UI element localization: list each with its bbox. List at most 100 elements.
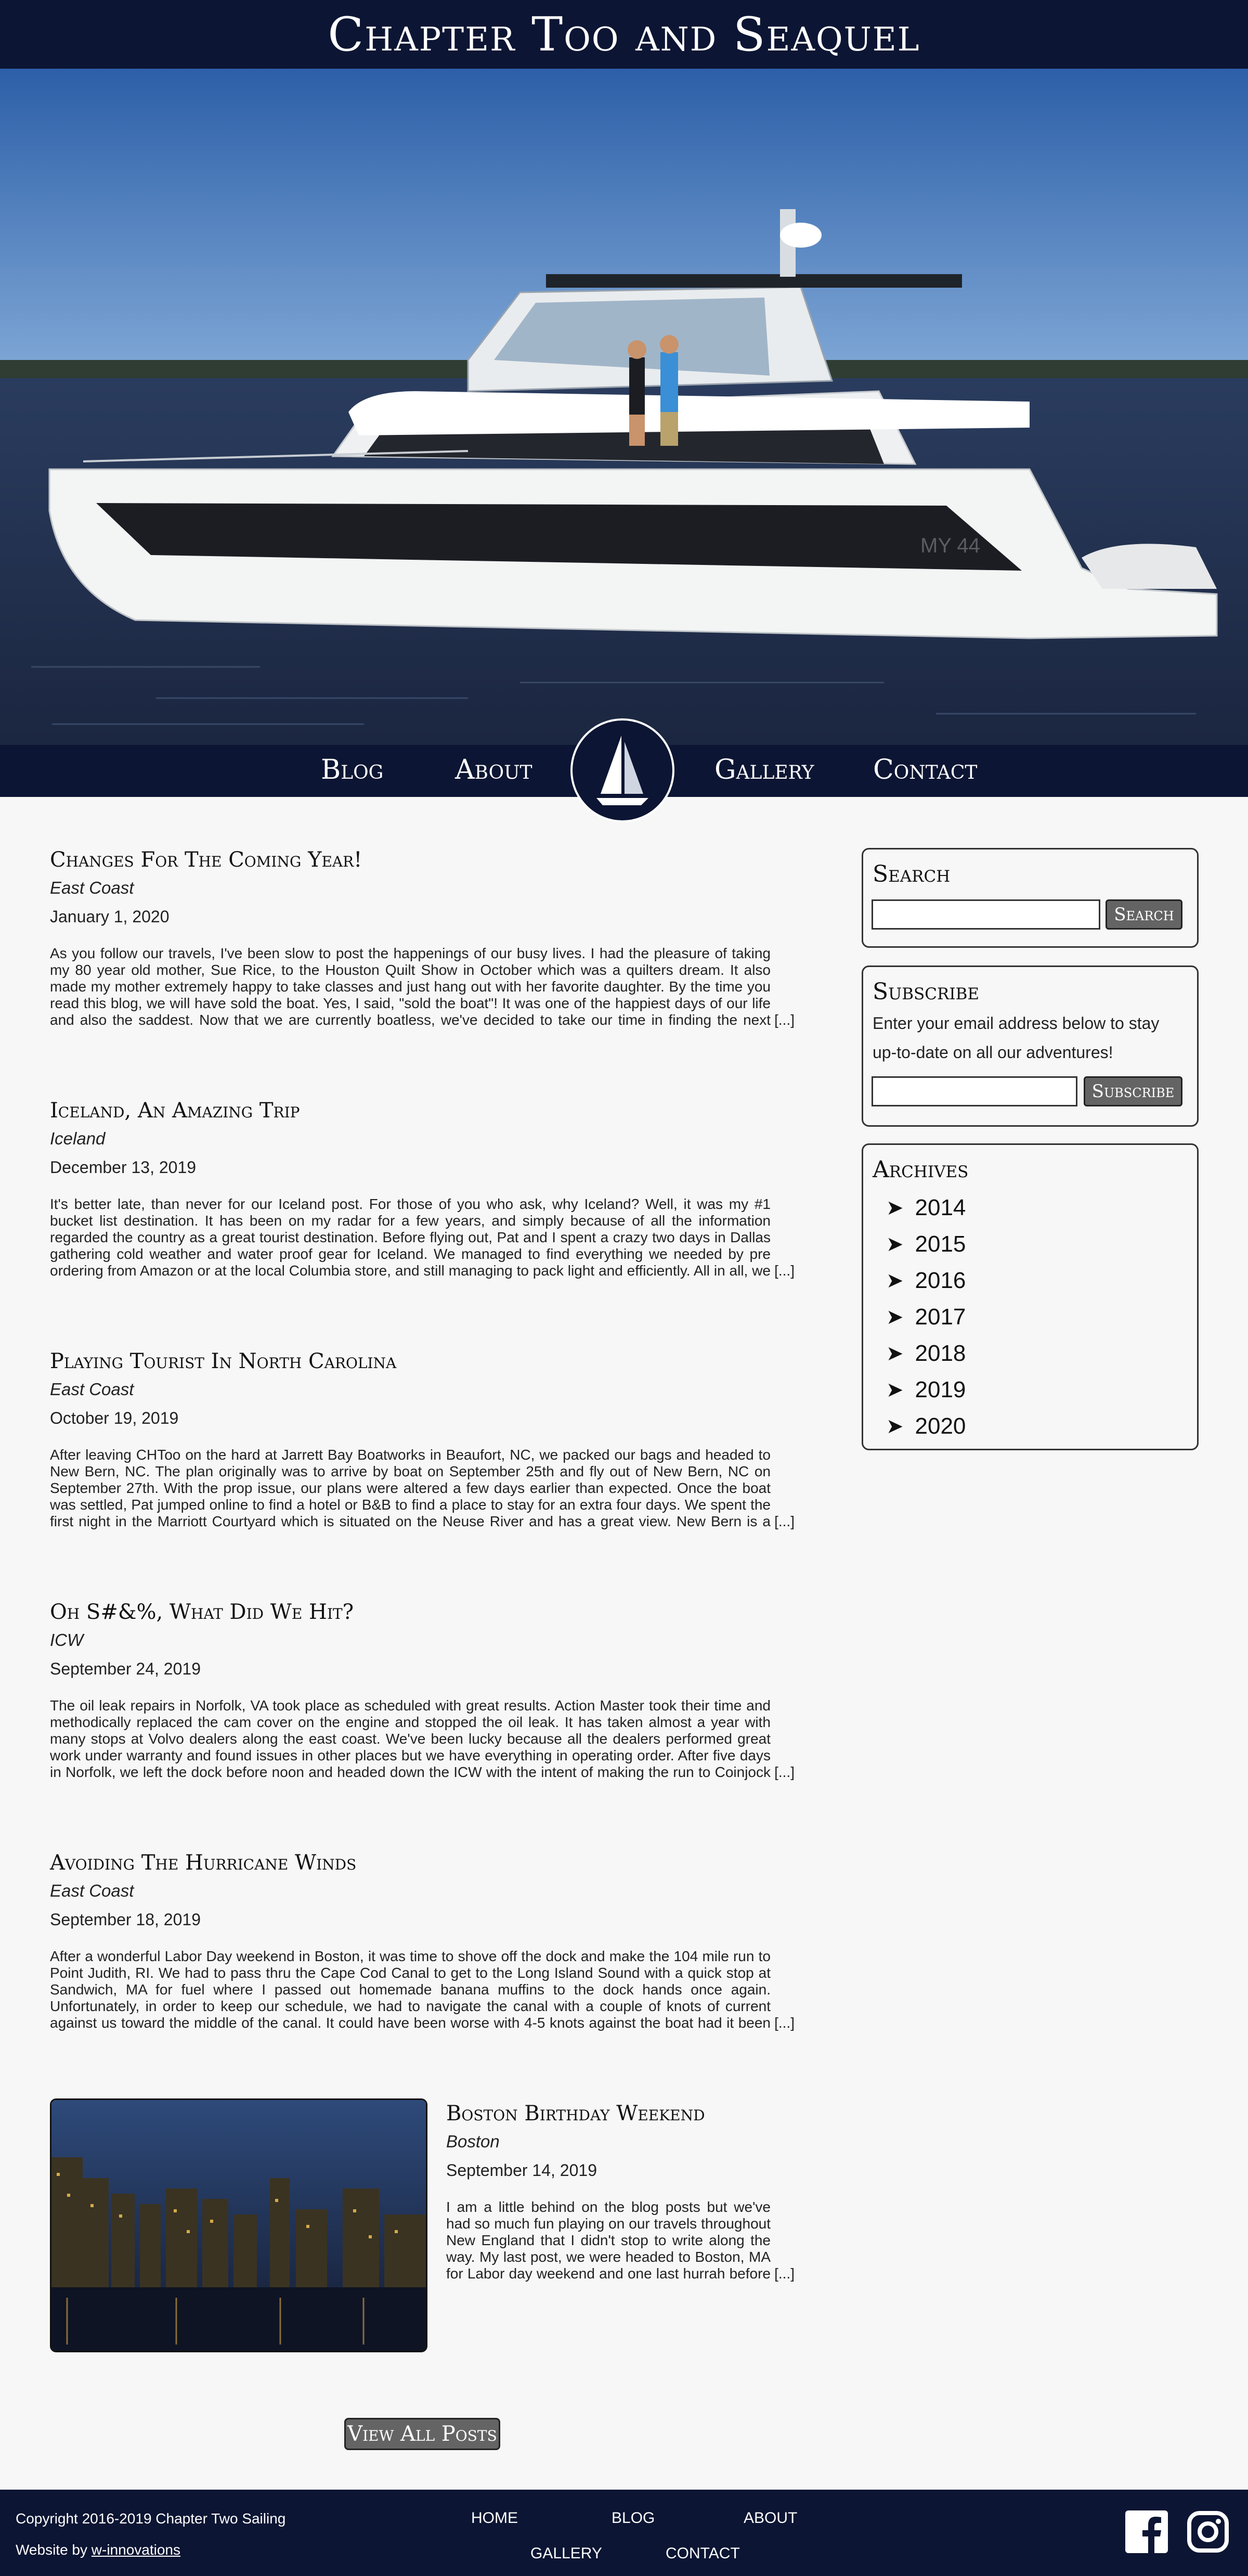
post-category[interactable]: ICW (50, 1630, 795, 1650)
hero-image: MY 44 (0, 69, 1248, 745)
post-excerpt-text: I am a little behind on the blog posts b… (446, 2199, 771, 2282)
footer-link-about[interactable]: ABOUT (744, 2509, 797, 2527)
post-title[interactable]: Changes For The Coming Year! (50, 848, 795, 872)
post-title[interactable]: Oh S#&%, What Did We Hit? (50, 1600, 795, 1624)
arrow-right-icon: ➤ (886, 1306, 904, 1329)
email-input[interactable] (872, 1076, 1077, 1106)
post-excerpt: After leaving CHToo on the hard at Jarre… (50, 1447, 795, 1530)
instagram-icon[interactable] (1187, 2510, 1229, 2553)
post-item: Changes For The Coming Year! East Coast … (50, 848, 795, 1028)
archive-link-2015[interactable]: ➤ 2015 (886, 1226, 966, 1263)
subscribe-widget: Subscribe Enter your email address below… (862, 965, 1199, 1127)
post-excerpt-text: After a wonderful Labor Day weekend in B… (50, 1948, 771, 2031)
search-button[interactable]: Search (1106, 899, 1182, 930)
website-credit-link[interactable]: w-innovations (92, 2542, 180, 2558)
post-title[interactable]: Iceland, An Amazing Trip (50, 1099, 795, 1123)
archive-link-2017[interactable]: ➤ 2017 (886, 1299, 966, 1335)
arrow-right-icon: ➤ (886, 1196, 904, 1219)
archive-year[interactable]: 2018 (915, 1341, 966, 1367)
read-more-link[interactable]: [...] (772, 2015, 795, 2031)
subscribe-description: Enter your email address below to stay u… (873, 1014, 1160, 1062)
post-item: Iceland, An Amazing Trip Iceland Decembe… (50, 1099, 795, 1279)
post-category[interactable]: East Coast (50, 878, 795, 898)
post-category[interactable]: East Coast (50, 1881, 795, 1901)
site-header: Chapter Too and Seaquel (0, 0, 1248, 69)
read-more-link[interactable]: [...] (772, 1764, 795, 1781)
archive-link-2018[interactable]: ➤ 2018 (886, 1335, 966, 1372)
facebook-icon[interactable] (1125, 2510, 1168, 2553)
post-excerpt-text: It's better late, than never for our Ice… (50, 1196, 771, 1279)
post-item: Oh S#&%, What Did We Hit? ICW September … (50, 1600, 795, 1781)
archive-year[interactable]: 2020 (915, 1413, 966, 1439)
post-excerpt: As you follow our travels, I've been slo… (50, 945, 795, 1028)
post-category[interactable]: Iceland (50, 1129, 795, 1149)
post-title[interactable]: Boston Birthday Weekend (446, 2102, 795, 2126)
nav-blog[interactable]: Blog (321, 754, 383, 785)
archive-list: ➤ 2014 ➤ 2015 ➤ 2016 ➤ 2017 ➤ 2018 ➤ 2019 ➤ 202… (886, 1190, 966, 1445)
post-date: January 1, 2020 (50, 907, 170, 926)
subscribe-widget-title: Subscribe (873, 978, 980, 1005)
post-item: Playing Tourist In North Carolina East C… (50, 1349, 795, 1530)
post-date: September 18, 2019 (50, 1910, 201, 1929)
footer-link-home[interactable]: HOME (471, 2509, 518, 2527)
post-excerpt: I am a little behind on the blog posts b… (446, 2199, 795, 2282)
post-date: October 19, 2019 (50, 1409, 179, 1427)
arrow-right-icon: ➤ (886, 1379, 904, 1401)
arrow-right-icon: ➤ (886, 1415, 904, 1438)
arrow-right-icon: ➤ (886, 1269, 904, 1292)
post-excerpt: It's better late, than never for our Ice… (50, 1196, 795, 1279)
archive-year[interactable]: 2015 (915, 1231, 966, 1257)
footer-link-contact[interactable]: CONTACT (666, 2545, 740, 2562)
arrow-right-icon: ➤ (886, 1342, 904, 1365)
yacht-photo: MY 44 (0, 69, 1248, 745)
subscribe-button[interactable]: Subscribe (1084, 1076, 1182, 1106)
nav-gallery[interactable]: Gallery (714, 754, 814, 785)
nav-contact[interactable]: Contact (873, 754, 977, 785)
view-all-posts-button[interactable]: View All Posts (344, 2418, 500, 2450)
post-item: Boston Birthday Weekend Boston September… (446, 2102, 795, 2282)
post-title[interactable]: Avoiding The Hurricane Winds (50, 1851, 795, 1875)
arrow-right-icon: ➤ (886, 1233, 904, 1256)
search-input[interactable] (872, 899, 1100, 930)
archive-year[interactable]: 2016 (915, 1268, 966, 1294)
post-date: September 24, 2019 (50, 1659, 201, 1678)
archive-link-2016[interactable]: ➤ 2016 (886, 1263, 966, 1299)
post-excerpt: The oil leak repairs in Norfolk, VA took… (50, 1697, 795, 1781)
post-item: Avoiding The Hurricane Winds East Coast … (50, 1851, 795, 2031)
read-more-link[interactable]: [...] (772, 1513, 795, 1530)
search-widget: Search Search (862, 848, 1199, 948)
read-more-link[interactable]: [...] (772, 1263, 795, 1279)
site-logo[interactable] (570, 718, 674, 822)
archives-widget: Archives ➤ 2014 ➤ 2015 ➤ 2016 ➤ 2017 ➤ 2018 ➤… (862, 1143, 1199, 1450)
archive-link-2020[interactable]: ➤ 2020 (886, 1408, 966, 1445)
website-credit-label: Website by (16, 2542, 87, 2558)
post-excerpt: After a wonderful Labor Day weekend in B… (50, 1948, 795, 2031)
archive-year[interactable]: 2019 (915, 1377, 966, 1403)
footer-link-blog[interactable]: BLOG (612, 2509, 655, 2527)
archive-year[interactable]: 2014 (915, 1195, 966, 1221)
sailboat-icon (596, 736, 648, 805)
post-excerpt-text: After leaving CHToo on the hard at Jarre… (50, 1447, 771, 1529)
archives-widget-title: Archives (873, 1156, 969, 1183)
footer-link-gallery[interactable]: GALLERY (530, 2545, 602, 2562)
nav-about[interactable]: About (455, 754, 532, 785)
post-excerpt-text: As you follow our travels, I've been slo… (50, 945, 771, 1028)
post-category[interactable]: Boston (446, 2132, 795, 2152)
site-footer: Copyright 2016-2019 Chapter Two Sailing … (0, 2490, 1248, 2576)
post-title[interactable]: Playing Tourist In North Carolina (50, 1349, 795, 1373)
read-more-link[interactable]: [...] (772, 1012, 795, 1028)
post-thumbnail[interactable] (50, 2098, 427, 2352)
website-credit: Website by w-innovations (16, 2542, 180, 2558)
copyright-text: Copyright 2016-2019 Chapter Two Sailing (16, 2510, 286, 2527)
read-more-link[interactable]: [...] (772, 2265, 795, 2282)
post-category[interactable]: East Coast (50, 1380, 795, 1399)
archive-link-2014[interactable]: ➤ 2014 (886, 1190, 966, 1226)
post-date: December 13, 2019 (50, 1158, 197, 1177)
site-title[interactable]: Chapter Too and Seaquel (328, 7, 920, 62)
post-date: September 14, 2019 (446, 2161, 597, 2180)
post-excerpt-text: The oil leak repairs in Norfolk, VA took… (50, 1697, 771, 1780)
search-widget-title: Search (873, 861, 951, 887)
archive-year[interactable]: 2017 (915, 1304, 966, 1330)
hull-text: MY 44 (920, 534, 980, 557)
archive-link-2019[interactable]: ➤ 2019 (886, 1372, 966, 1408)
